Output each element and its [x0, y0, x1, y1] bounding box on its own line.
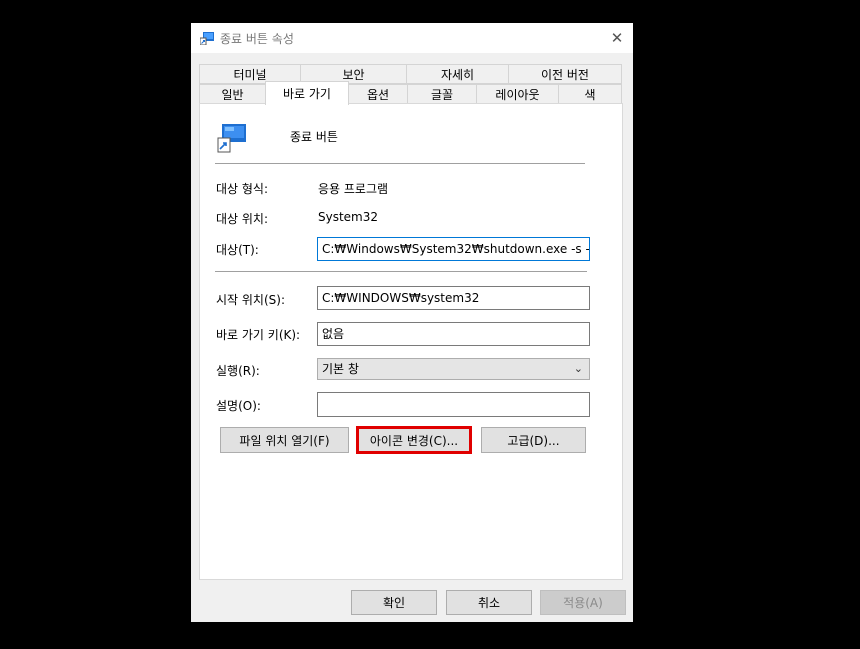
tab-details[interactable]: 자세히 — [406, 64, 509, 84]
target-location-label: 대상 위치: — [216, 212, 269, 226]
advanced-button[interactable]: 고급(D)... — [481, 427, 586, 453]
comment-input[interactable] — [317, 392, 590, 417]
chevron-down-icon: ⌄ — [573, 362, 583, 375]
start-in-label: 시작 위치(S): — [216, 293, 285, 307]
run-select[interactable]: 기본 창 ⌄ — [317, 358, 590, 380]
properties-window: 종료 버튼 속성 ✕ 터미널 보안 자세히 이전 버전 일반 바로 가기 옵션 … — [191, 23, 633, 622]
target-type-value: 응용 프로그램 — [318, 182, 389, 196]
window-title: 종료 버튼 속성 — [220, 32, 294, 46]
separator — [215, 163, 585, 164]
tab-previous-versions[interactable]: 이전 버전 — [508, 64, 622, 84]
separator — [215, 271, 587, 272]
shortcut-name: 종료 버튼 — [290, 130, 338, 144]
target-label: 대상(T): — [216, 243, 259, 257]
cancel-button[interactable]: 취소 — [446, 590, 532, 615]
target-location-value: System32 — [318, 210, 379, 224]
tab-options[interactable]: 옵션 — [348, 84, 408, 104]
shortcut-app-icon — [200, 32, 214, 45]
target-input[interactable]: C:₩Windows₩System32₩shutdown.exe -s -t 0 — [317, 237, 590, 261]
run-select-value: 기본 창 — [322, 362, 359, 376]
target-type-label: 대상 형식: — [216, 182, 269, 196]
tab-shortcut[interactable]: 바로 가기 — [265, 81, 349, 105]
close-icon: ✕ — [610, 29, 624, 47]
comment-label: 설명(O): — [216, 399, 261, 413]
close-button[interactable]: ✕ — [605, 27, 629, 49]
change-icon-button[interactable]: 아이콘 변경(C)... — [356, 426, 472, 454]
run-label: 실행(R): — [216, 364, 260, 378]
hotkey-label: 바로 가기 키(K): — [216, 328, 301, 342]
apply-button[interactable]: 적용(A) — [540, 590, 626, 615]
title-bar[interactable]: 종료 버튼 속성 ✕ — [191, 23, 633, 53]
tab-colors[interactable]: 색 — [558, 84, 622, 104]
hotkey-input[interactable]: 없음 — [317, 322, 590, 346]
shortcut-app-icon — [217, 124, 246, 153]
open-file-location-button[interactable]: 파일 위치 열기(F) — [220, 427, 349, 453]
tab-font[interactable]: 글꼴 — [407, 84, 477, 104]
ok-button[interactable]: 확인 — [351, 590, 437, 615]
start-in-input[interactable]: C:₩WINDOWS₩system32 — [317, 286, 590, 310]
shortcut-panel: 종료 버튼 대상 형식: 응용 프로그램 대상 위치: System32 대상(… — [199, 103, 623, 580]
tab-general[interactable]: 일반 — [199, 84, 266, 104]
tab-layout[interactable]: 레이아웃 — [476, 84, 559, 104]
